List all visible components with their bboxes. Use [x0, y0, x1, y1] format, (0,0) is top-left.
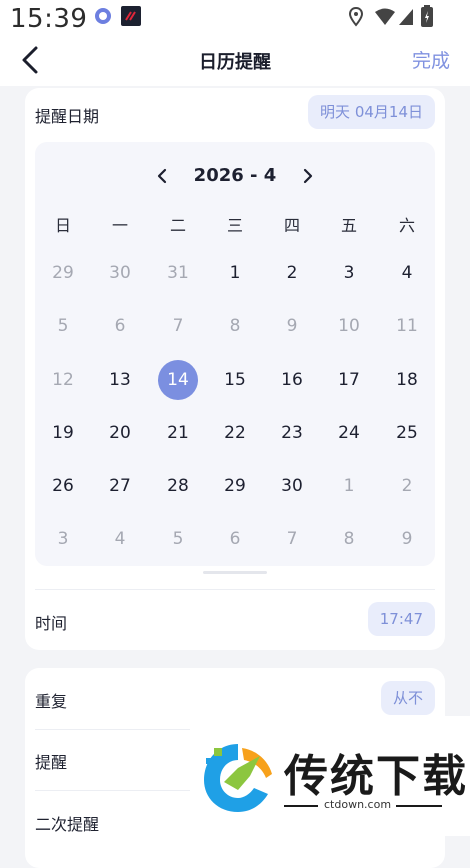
- calendar-day[interactable]: 14: [158, 360, 198, 400]
- reminder-date-label: 提醒日期: [35, 107, 100, 126]
- weekday-label: 四: [283, 216, 300, 235]
- watermark: 传统下载 ctdown.com: [190, 716, 470, 836]
- calendar-collapse-handle[interactable]: [203, 571, 267, 574]
- status-bar: 15:39: [0, 0, 470, 36]
- calendar-day[interactable]: 25: [387, 413, 427, 453]
- repeat-label[interactable]: 重复: [35, 688, 67, 712]
- calendar-day[interactable]: 28: [158, 466, 198, 506]
- calendar: 2026 - 4 日一二三四五六 29 30 31 1 2 3 4 5 6 7 8 9 10 11 12 13 1…: [35, 142, 435, 566]
- weekday-label: 六: [398, 216, 415, 235]
- calendar-day[interactable]: 22: [215, 413, 255, 453]
- calendar-day-disabled: 7: [172, 316, 184, 336]
- calendar-day-disabled: 9: [401, 529, 413, 549]
- status-time: 15:39: [10, 4, 88, 34]
- weekday-label: 一: [111, 216, 128, 235]
- calendar-month: 4: [263, 165, 277, 186]
- calendar-day[interactable]: 13: [100, 360, 140, 400]
- date-card: 提醒日期 明天 04月14日 2026 - 4 日一二三四五六 29 30 31 1 2 3…: [25, 88, 445, 650]
- calendar-day-disabled: 1: [343, 476, 355, 496]
- calendar-day-disabled: 30: [109, 263, 131, 283]
- calendar-day-disabled: 10: [338, 316, 360, 336]
- calendar-day-disabled: 12: [52, 370, 74, 390]
- calendar-day-disabled: 7: [286, 529, 298, 549]
- calendar-day[interactable]: 1: [215, 253, 255, 293]
- calendar-day-disabled: 8: [229, 316, 241, 336]
- weekday-label: 日: [54, 216, 71, 235]
- calendar-day-disabled: 2: [401, 476, 413, 496]
- watermark-rule: [284, 805, 318, 807]
- calendar-day-disabled: 6: [229, 529, 241, 549]
- time-label: 时间: [35, 614, 68, 633]
- weekday-label: 五: [340, 216, 357, 235]
- next-month-icon[interactable]: [294, 162, 322, 190]
- calendar-day[interactable]: 21: [158, 413, 198, 453]
- app-notification-icon-2: [121, 6, 141, 26]
- calendar-day-disabled: 5: [172, 529, 184, 549]
- calendar-day[interactable]: 17: [329, 360, 369, 400]
- calendar-day[interactable]: 3: [329, 253, 369, 293]
- watermark-url: ctdown.com: [324, 798, 392, 811]
- calendar-day-disabled: 31: [167, 263, 189, 283]
- reminder-date-value[interactable]: 明天 04月14日: [308, 95, 435, 129]
- calendar-day[interactable]: 2: [272, 253, 312, 293]
- divider: [35, 589, 435, 590]
- done-button[interactable]: 完成: [412, 46, 450, 73]
- calendar-day[interactable]: 26: [43, 466, 83, 506]
- calendar-day[interactable]: 19: [43, 413, 83, 453]
- calendar-day[interactable]: 4: [387, 253, 427, 293]
- calendar-day[interactable]: 16: [272, 360, 312, 400]
- watermark-rule: [396, 805, 442, 807]
- calendar-day[interactable]: 15: [215, 360, 255, 400]
- calendar-day-disabled: 29: [52, 263, 74, 283]
- calendar-day[interactable]: 29: [215, 466, 255, 506]
- calendar-day[interactable]: 24: [329, 413, 369, 453]
- calendar-day[interactable]: 30: [272, 466, 312, 506]
- second-remind-label[interactable]: 二次提醒: [35, 811, 99, 835]
- calendar-day[interactable]: 23: [272, 413, 312, 453]
- watermark-title: 传统下载: [284, 751, 468, 802]
- time-value[interactable]: 17:47: [367, 602, 435, 636]
- calendar-day-disabled: 8: [343, 529, 355, 549]
- calendar-day[interactable]: 18: [387, 360, 427, 400]
- wifi-icon: [375, 8, 395, 25]
- page-title: 日历提醒: [199, 52, 271, 73]
- calendar-day-disabled: 4: [114, 529, 126, 549]
- calendar-day-disabled: 6: [114, 316, 126, 336]
- calendar-day-disabled: 3: [57, 529, 69, 549]
- battery-icon: [421, 5, 433, 27]
- remind-label[interactable]: 提醒: [35, 749, 67, 773]
- weekday-label: 二: [169, 216, 186, 235]
- repeat-value[interactable]: 从不: [380, 681, 435, 715]
- calendar-day[interactable]: 27: [100, 466, 140, 506]
- app-notification-icon: [95, 8, 111, 24]
- calendar-year-month: 2026 - 4: [193, 165, 277, 186]
- calendar-year: 2026: [193, 165, 244, 186]
- weekday-label: 三: [226, 216, 243, 235]
- location-icon: [348, 7, 364, 27]
- nav-bar: 日历提醒 完成: [0, 36, 470, 86]
- calendar-header: 2026 - 4: [35, 162, 435, 190]
- calendar-day-disabled: 9: [286, 316, 298, 336]
- watermark-logo-icon: [204, 744, 272, 812]
- signal-icon: [399, 9, 413, 25]
- calendar-day[interactable]: 20: [100, 413, 140, 453]
- calendar-day-disabled: 5: [57, 316, 69, 336]
- calendar-day-disabled: 11: [396, 316, 418, 336]
